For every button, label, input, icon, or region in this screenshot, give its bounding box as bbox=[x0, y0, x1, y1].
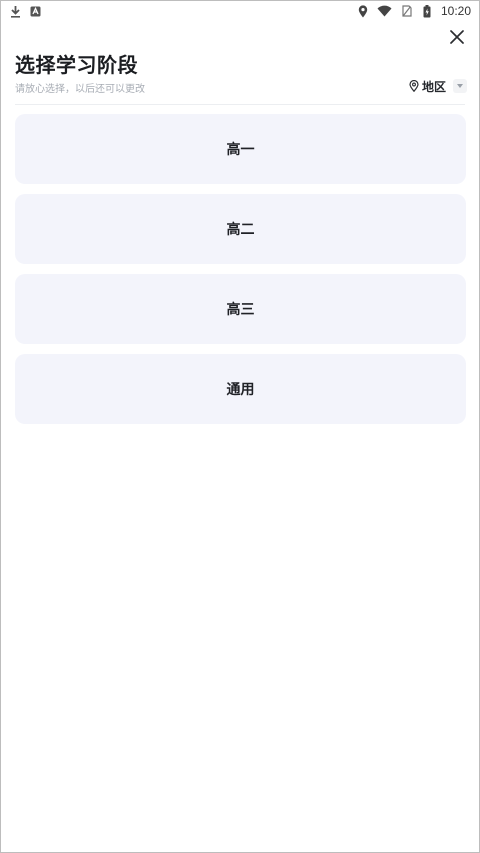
option-label: 通用 bbox=[226, 382, 255, 398]
option-label: 高一 bbox=[226, 142, 255, 158]
option-grade-12[interactable]: 高三 bbox=[15, 274, 466, 344]
location-icon bbox=[357, 4, 369, 18]
option-label: 高二 bbox=[226, 222, 255, 238]
dropdown-arrow-icon bbox=[453, 79, 467, 93]
option-grade-10[interactable]: 高一 bbox=[15, 114, 466, 184]
region-label: 地区 bbox=[421, 79, 446, 94]
download-icon bbox=[9, 4, 21, 18]
close-icon bbox=[450, 30, 464, 44]
close-button[interactable] bbox=[445, 25, 469, 49]
wifi-icon bbox=[377, 4, 393, 18]
location-pin-icon bbox=[409, 80, 419, 92]
keyboard-icon bbox=[29, 4, 41, 18]
app-window: 10:20 选择学习阶段 请放心选择，以后还可以更改 地区 高一 高二 高三 通… bbox=[0, 0, 480, 853]
header-divider bbox=[15, 104, 465, 105]
battery-icon bbox=[421, 4, 433, 18]
option-label: 高三 bbox=[226, 302, 255, 318]
option-grade-11[interactable]: 高二 bbox=[15, 194, 466, 264]
status-bar: 10:20 bbox=[1, 1, 479, 21]
status-time: 10:20 bbox=[440, 4, 471, 18]
sim-icon bbox=[401, 4, 413, 18]
page-title: 选择学习阶段 bbox=[15, 53, 138, 77]
option-general[interactable]: 通用 bbox=[15, 354, 466, 424]
page-subtitle: 请放心选择，以后还可以更改 bbox=[15, 84, 145, 95]
region-selector[interactable]: 地区 bbox=[409, 77, 467, 95]
stage-options-list: 高一 高二 高三 通用 bbox=[15, 114, 466, 424]
